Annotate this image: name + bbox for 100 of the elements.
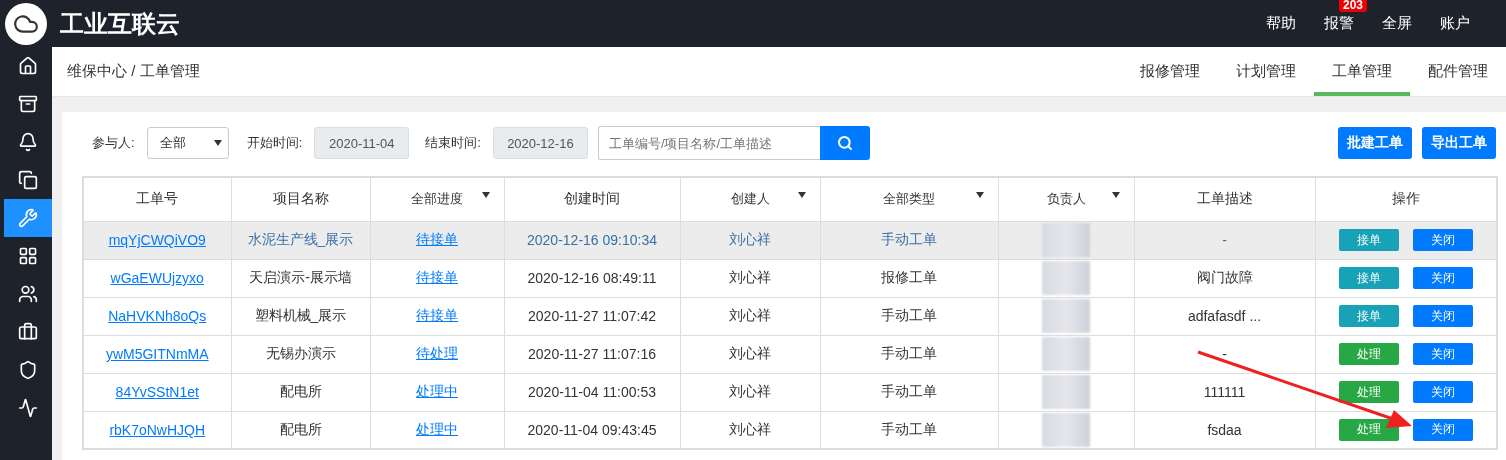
participant-select[interactable]: 全部 (146, 127, 229, 159)
close-button[interactable]: 关闭 (1412, 267, 1473, 289)
blurred-placeholder (1042, 375, 1090, 409)
order-type: 手动工单 (881, 420, 937, 437)
search-button[interactable] (819, 126, 870, 160)
creator-name: 刘心祥 (729, 269, 771, 285)
column-header[interactable]: 全部类型 (820, 177, 998, 221)
column-header: 创建时间 (504, 177, 680, 221)
end-date-field[interactable]: 2020-12-16 (492, 127, 588, 159)
table-row[interactable]: mqYjCWQiVO9 水泥生产线_展示 待接单 2020-12-16 09:10:34 刘心祥 手动工单 - 接单 关闭 (83, 221, 1497, 259)
order-type: 手动工单 (881, 383, 937, 399)
bell-icon (18, 132, 38, 152)
blurred-placeholder (1042, 337, 1090, 371)
order-type: 手动工单 (881, 307, 937, 323)
nav-link[interactable]: 全屏 (1368, 14, 1426, 33)
end-time-label: 结束时间: (425, 134, 481, 152)
created-time: 2020-12-16 08:49:11 (527, 270, 657, 286)
created-time: 2020-11-27 11:07:16 (528, 346, 656, 362)
tab[interactable]: 计划管理 (1218, 47, 1314, 96)
created-time: 2020-11-27 11:07:42 (528, 308, 656, 324)
briefcase-icon (18, 322, 38, 342)
creator-name: 刘心祥 (729, 345, 771, 361)
alarm-count-badge: 203 (1339, 0, 1368, 12)
progress-link[interactable]: 待处理 (416, 345, 458, 361)
action-button[interactable]: 接单 (1338, 267, 1399, 289)
action-button[interactable]: 处理 (1338, 343, 1399, 365)
progress-link[interactable]: 待接单 (416, 231, 458, 247)
column-header[interactable]: 全部进度 (370, 177, 504, 221)
progress-link[interactable]: 处理中 (416, 420, 458, 437)
order-type: 手动工单 (881, 345, 937, 361)
users-icon (18, 284, 38, 304)
home-icon (18, 56, 38, 76)
project-name: 塑料机械_展示 (254, 307, 347, 323)
search-icon (836, 135, 853, 151)
order-description: 111111 (1203, 384, 1246, 400)
start-time-label: 开始时间: (246, 134, 303, 152)
column-header: 项目名称 (231, 177, 370, 221)
order-type: 手动工单 (881, 231, 937, 247)
order-type: 报修工单 (881, 269, 937, 285)
close-button[interactable]: 关闭 (1412, 418, 1473, 441)
created-time: 2020-11-04 11:00:53 (528, 384, 656, 400)
project-name: 水泥生产线_展示 (247, 231, 354, 247)
project-name: 天启演示-展示墙 (249, 269, 352, 285)
created-time: 2020-11-04 09:43:45 (527, 421, 657, 438)
breadcrumb: 维保中心 / 工单管理 (66, 62, 200, 81)
wrench-icon (18, 208, 38, 228)
close-button[interactable]: 关闭 (1412, 343, 1473, 365)
tab[interactable]: 配件管理 (1410, 47, 1506, 96)
order-description: fsdaa (1207, 421, 1242, 438)
close-button[interactable]: 关闭 (1412, 305, 1473, 327)
creator-name: 刘心祥 (729, 420, 771, 437)
nav-link[interactable]: 账户 (1426, 14, 1484, 33)
copy-icon (18, 170, 38, 190)
action-button[interactable]: 处理 (1338, 418, 1399, 441)
close-button[interactable]: 关闭 (1412, 229, 1473, 251)
action-button[interactable]: 接单 (1338, 305, 1399, 327)
drawer-icon (18, 94, 38, 114)
blurred-placeholder (1042, 299, 1090, 333)
order-description: 阀门故障 (1196, 269, 1253, 285)
column-header: 工单号 (83, 177, 231, 221)
nav-link[interactable]: 帮助 (1252, 14, 1310, 33)
column-header: 工单描述 (1134, 177, 1315, 221)
project-name: 配电所 (279, 383, 322, 399)
order-description: - (1222, 232, 1227, 248)
progress-link[interactable]: 待接单 (416, 269, 458, 285)
action-button[interactable]: 批建工单 (1338, 127, 1412, 159)
blurred-placeholder (1042, 261, 1090, 295)
tab[interactable]: 报修管理 (1122, 47, 1218, 96)
participant-label: 参与人: (92, 134, 135, 152)
table-row[interactable]: 84YvSStN1et 配电所 处理中 2020-11-04 11:00:53 刘心祥 手动工单 111111 处理 关闭 (83, 373, 1497, 411)
action-button[interactable]: 处理 (1338, 381, 1399, 403)
tab[interactable]: 工单管理 (1314, 47, 1410, 96)
caret-icon (213, 140, 222, 146)
brand-title: 工业互联云 (60, 8, 181, 39)
action-button[interactable]: 导出工单 (1422, 127, 1496, 159)
table-row[interactable]: rbK7oNwHJQH 配电所 处理中 2020-11-04 09:43:45 刘心祥 手动工单 fsdaa 处理 关闭 (83, 411, 1497, 449)
project-name: 配电所 (279, 420, 322, 437)
table-row[interactable]: NaHVKNh8oQs 塑料机械_展示 待接单 2020-11-27 11:07:42 刘心祥 手动工单 adfafasdf ... 接单 关闭 (83, 297, 1497, 335)
creator-name: 刘心祥 (729, 383, 771, 399)
pulse-icon (18, 398, 38, 418)
column-header[interactable]: 创建人 (680, 177, 820, 221)
close-button[interactable]: 关闭 (1412, 381, 1473, 403)
table-row[interactable]: ywM5GITNmMA 无锡办演示 待处理 2020-11-27 11:07:16 刘心祥 手动工单 - 处理 关闭 (83, 335, 1497, 373)
cloud-logo-icon (5, 2, 47, 45)
creator-name: 刘心祥 (729, 307, 771, 323)
column-header[interactable]: 负责人 (998, 177, 1134, 221)
project-name: 无锡办演示 (265, 345, 336, 361)
order-description: - (1222, 346, 1227, 362)
blurred-placeholder (1042, 412, 1090, 447)
start-date-field[interactable]: 2020-11-04 (314, 127, 410, 159)
progress-link[interactable]: 处理中 (416, 383, 458, 399)
table-row[interactable]: wGaEWUjzyxo 天启演示-展示墙 待接单 2020-12-16 08:49:11 刘心祥 报修工单 阀门故障 接单 关闭 (83, 259, 1497, 297)
action-button[interactable]: 接单 (1338, 229, 1399, 251)
progress-link[interactable]: 待接单 (416, 307, 458, 323)
grid-icon (18, 246, 38, 266)
creator-name: 刘心祥 (729, 231, 771, 247)
search-field[interactable]: 工单编号/项目名称/工单描述 (597, 126, 820, 160)
blurred-placeholder (1042, 223, 1090, 257)
created-time: 2020-12-16 09:10:34 (527, 232, 657, 248)
order-description: adfafasdf ... (1187, 308, 1262, 324)
